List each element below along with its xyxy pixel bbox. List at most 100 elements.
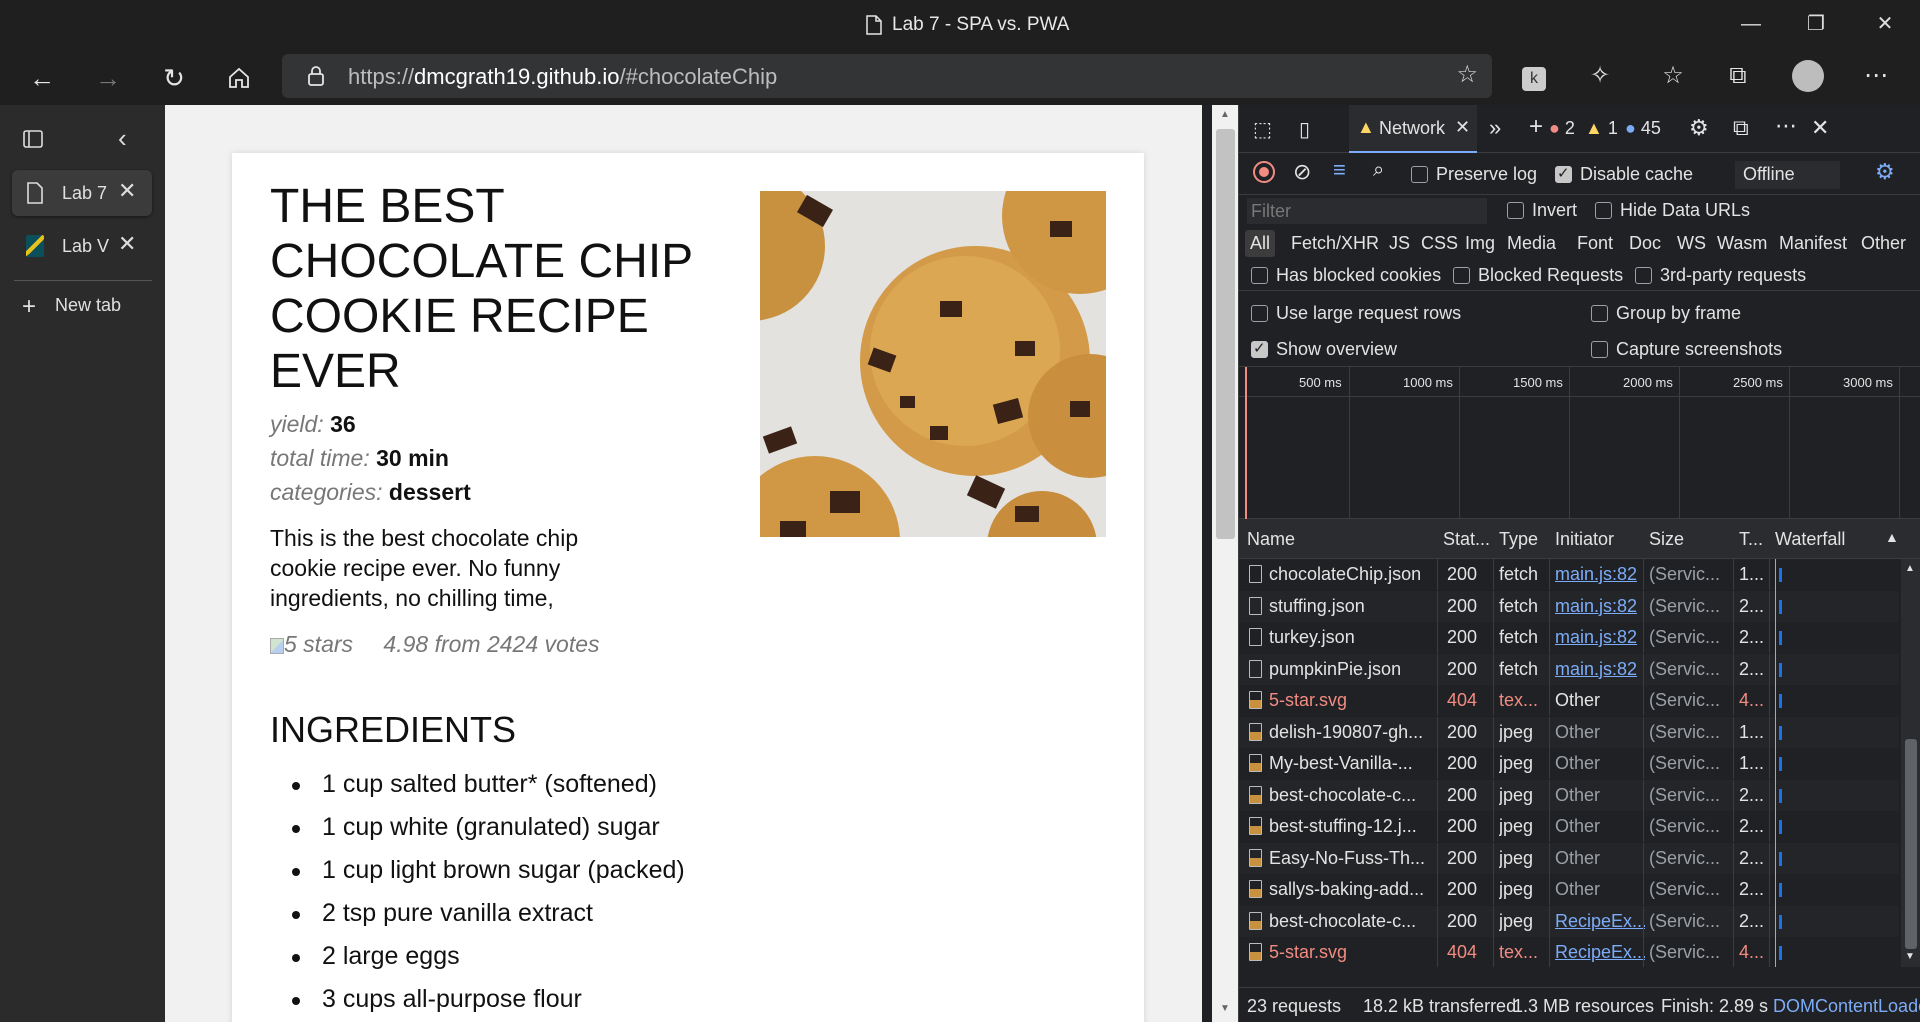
checkbox-checked[interactable] (1251, 339, 1268, 358)
info-count-badge[interactable]: ● 45 (1625, 118, 1661, 139)
checkbox[interactable] (1591, 305, 1608, 322)
scrollbar-thumb[interactable] (1905, 739, 1917, 949)
network-request-row[interactable]: turkey.json 200 fetch main.js:82 (Servic... 2… (1239, 622, 1899, 653)
network-scrollbar[interactable]: ▲ ▼ (1901, 559, 1920, 967)
large-rows-checkbox[interactable]: Use large request rows (1251, 303, 1461, 324)
checkbox-checked[interactable] (1555, 164, 1572, 183)
preserve-log-checkbox[interactable]: Preserve log (1411, 164, 1537, 185)
checkbox[interactable] (1251, 305, 1268, 322)
address-bar[interactable]: https://dmcgrath19.github.io/#chocolateC… (282, 54, 1492, 98)
checkbox[interactable] (1453, 267, 1470, 284)
sort-ascending-icon[interactable]: ▲ (1885, 529, 1899, 545)
add-tab-icon[interactable]: + (1529, 113, 1543, 141)
refresh-button[interactable]: ↻ (156, 60, 192, 96)
scrollbar-thumb[interactable] (1216, 129, 1235, 539)
network-request-row[interactable]: My-best-Vanilla-... 200 jpeg Other (Servic..… (1239, 748, 1899, 779)
network-request-row[interactable]: Easy-No-Fuss-Th... 200 jpeg Other (Servic...… (1239, 842, 1899, 874)
type-filter-font[interactable]: Font (1577, 233, 1613, 254)
overview-timeline[interactable]: 500 ms 1000 ms 1500 ms 2000 ms 2500 ms 3… (1239, 367, 1920, 519)
warning-count-badge[interactable]: ▲ 1 (1585, 118, 1618, 139)
more-options-icon[interactable]: ⋯ (1775, 113, 1797, 139)
tab-close-button[interactable]: ✕ (118, 231, 136, 257)
cell-initiator[interactable]: main.js:82 (1555, 627, 1645, 648)
group-by-frame-checkbox[interactable]: Group by frame (1591, 303, 1741, 324)
show-overview-checkbox[interactable]: Show overview (1251, 339, 1397, 360)
cell-initiator[interactable]: main.js:82 (1555, 596, 1645, 617)
tab-lab7[interactable]: Lab 7 ✕ (12, 170, 152, 216)
type-filter-js[interactable]: JS (1389, 233, 1410, 254)
home-button[interactable] (221, 60, 257, 96)
network-request-row[interactable]: delish-190807-gh... 200 jpeg Other (Servic..… (1239, 716, 1899, 748)
close-devtools-icon[interactable]: ✕ (1811, 115, 1829, 141)
tab-network[interactable]: ▲ Network ✕ (1349, 105, 1477, 153)
column-time[interactable]: T... (1739, 529, 1763, 550)
collapse-sidebar-icon[interactable]: ‹ (118, 123, 127, 154)
settings-gear-icon[interactable]: ⚙ (1689, 115, 1709, 141)
tab-labv[interactable]: Lab V ✕ (12, 223, 152, 269)
checkbox[interactable] (1635, 267, 1652, 284)
network-request-row[interactable]: best-chocolate-c... 200 jpeg RecipeEx... (Se… (1239, 905, 1899, 937)
network-request-row[interactable]: sallys-baking-add... 200 jpeg Other (Servic.… (1239, 874, 1899, 905)
maximize-button[interactable]: ❐ (1801, 12, 1831, 36)
favorites-icon[interactable]: ☆ (1655, 58, 1691, 94)
column-status[interactable]: Stat... (1443, 529, 1490, 550)
type-filter-other[interactable]: Other (1861, 233, 1906, 254)
invert-checkbox[interactable]: Invert (1507, 200, 1577, 221)
type-filter-ws[interactable]: WS (1677, 233, 1706, 254)
cell-initiator[interactable]: main.js:82 (1555, 564, 1645, 585)
checkbox[interactable] (1251, 267, 1268, 284)
scroll-up-arrow-icon[interactable]: ▲ (1905, 563, 1915, 574)
dock-side-icon[interactable]: ⧉ (1733, 115, 1749, 141)
network-request-row[interactable]: stuffing.json 200 fetch main.js:82 (Servic..… (1239, 590, 1899, 622)
column-type[interactable]: Type (1499, 529, 1538, 550)
filter-input[interactable]: Filter (1247, 198, 1487, 224)
url-text[interactable]: https://dmcgrath19.github.io/#chocolateC… (348, 64, 777, 90)
more-menu-icon[interactable]: ⋯ (1858, 58, 1894, 94)
cell-initiator[interactable]: RecipeEx... (1555, 942, 1645, 963)
has-blocked-cookies-checkbox[interactable]: Has blocked cookies (1251, 265, 1441, 286)
more-tabs-icon[interactable]: » (1489, 115, 1501, 141)
disable-cache-checkbox[interactable]: Disable cache (1555, 164, 1693, 185)
record-button[interactable] (1253, 161, 1275, 183)
type-filter-fetch-xhr[interactable]: Fetch/XHR (1291, 233, 1379, 254)
extensions-puzzle-icon[interactable]: ✧ (1582, 58, 1618, 94)
close-tab-icon[interactable]: ✕ (1455, 117, 1470, 138)
tab-close-button[interactable]: ✕ (118, 178, 136, 204)
third-party-checkbox[interactable]: 3rd-party requests (1635, 265, 1806, 286)
type-filter-all[interactable]: All (1245, 230, 1276, 257)
network-request-row[interactable]: 5-star.svg 404 tex... Other (Servic... 4... (1239, 685, 1899, 716)
add-favorite-icon[interactable]: ☆ (1456, 60, 1478, 89)
checkbox[interactable] (1411, 166, 1428, 183)
inspect-element-icon[interactable]: ⬚ (1253, 117, 1272, 142)
profile-avatar[interactable] (1790, 58, 1826, 94)
type-filter-img[interactable]: Img (1465, 233, 1495, 254)
column-initiator[interactable]: Initiator (1555, 529, 1614, 550)
network-request-row[interactable]: best-chocolate-c... 200 jpeg Other (Servic..… (1239, 779, 1899, 811)
new-tab-button[interactable]: + New tab (22, 293, 121, 321)
scroll-down-arrow-icon[interactable]: ▼ (1905, 951, 1915, 962)
extension-icon[interactable]: k (1516, 58, 1552, 94)
clear-icon[interactable]: ⊘ (1293, 159, 1311, 185)
blocked-requests-checkbox[interactable]: Blocked Requests (1453, 265, 1623, 286)
throttling-select[interactable]: Offline (1735, 161, 1840, 189)
type-filter-css[interactable]: CSS (1421, 233, 1458, 254)
cell-initiator[interactable]: RecipeEx... (1555, 911, 1645, 932)
capture-screenshots-checkbox[interactable]: Capture screenshots (1591, 339, 1782, 360)
checkbox[interactable] (1591, 341, 1608, 358)
error-count-badge[interactable]: ● 2 (1549, 118, 1575, 139)
page-scrollbar[interactable]: ▲ ▼ (1212, 105, 1239, 1022)
network-request-row[interactable]: pumpkinPie.json 200 fetch main.js:82 (Servic… (1239, 653, 1899, 685)
lock-icon[interactable] (306, 65, 326, 87)
network-request-row[interactable]: 5-star.svg 404 tex... RecipeEx... (Servic...… (1239, 937, 1899, 967)
network-settings-icon[interactable]: ⚙ (1875, 159, 1895, 185)
column-size[interactable]: Size (1649, 529, 1684, 550)
device-emulation-icon[interactable]: ▯ (1299, 117, 1310, 142)
close-window-button[interactable]: ✕ (1870, 12, 1900, 36)
column-name[interactable]: Name (1247, 529, 1295, 550)
search-icon[interactable]: ⌕ (1373, 159, 1384, 182)
type-filter-doc[interactable]: Doc (1629, 233, 1661, 254)
back-button[interactable]: ← (24, 60, 60, 96)
column-waterfall[interactable]: Waterfall (1775, 529, 1845, 550)
minimize-button[interactable]: — (1736, 12, 1766, 36)
filter-icon[interactable]: ≡ (1333, 157, 1346, 183)
